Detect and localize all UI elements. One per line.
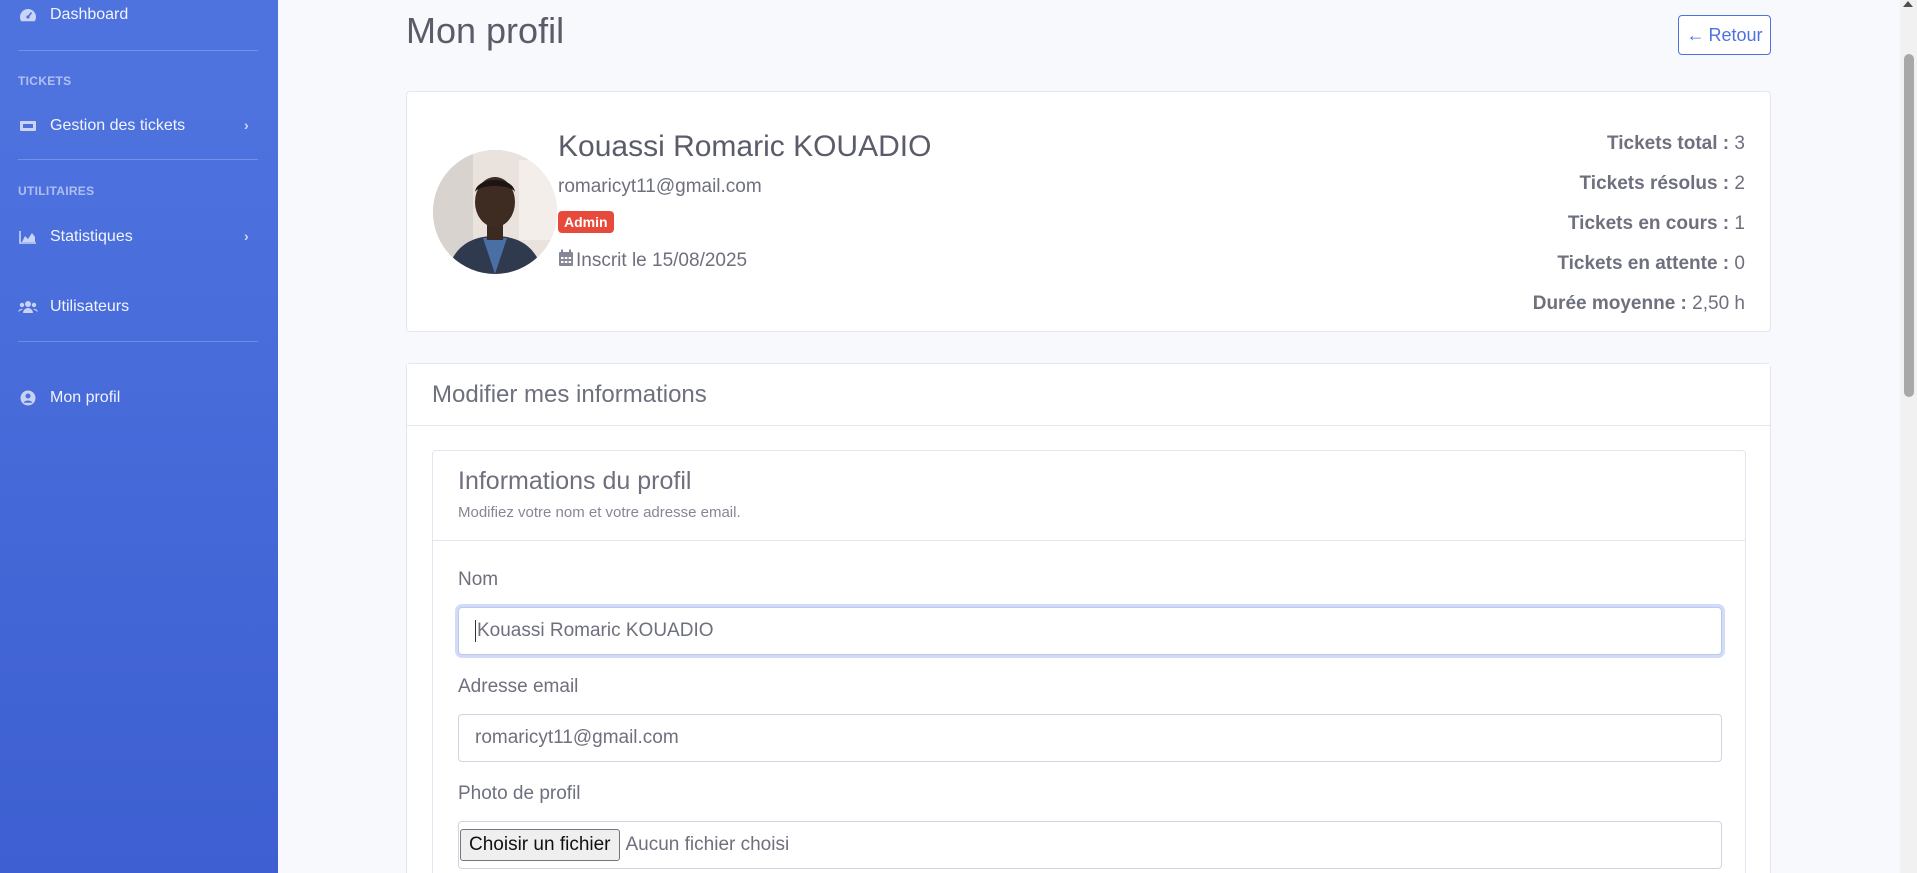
file-status: Aucun fichier choisi xyxy=(625,834,790,855)
profile-name: Kouassi Romaric KOUADIO xyxy=(558,130,932,163)
stat-label: Durée moyenne : xyxy=(1532,293,1687,314)
chart-area-icon xyxy=(18,229,38,245)
users-icon xyxy=(18,299,38,315)
sidebar-item-label: Statistiques xyxy=(50,228,133,245)
stat-label: Tickets résolus : xyxy=(1579,173,1730,194)
chevron-right-icon: › xyxy=(244,117,249,133)
back-button[interactable]: ← Retour xyxy=(1678,15,1771,55)
stat-value: 1 xyxy=(1734,213,1745,234)
stat-label: Tickets en attente : xyxy=(1557,253,1730,274)
stat-average-duration: Durée moyenne : 2,50 h xyxy=(1533,284,1745,324)
user-circle-icon xyxy=(18,390,38,406)
page-title: Mon profil xyxy=(406,10,565,51)
scrollbar-thumb[interactable] xyxy=(1904,54,1914,397)
stat-pending: Tickets en attente : 0 xyxy=(1533,244,1745,284)
sidebar-item-dashboard[interactable]: Dashboard xyxy=(18,6,128,24)
photo-label: Photo de profil xyxy=(458,783,581,804)
section-header: Informations du profil Modifiez votre no… xyxy=(433,451,1745,541)
edit-profile-card: Modifier mes informations Informations d… xyxy=(406,363,1771,873)
sidebar-item-label: Utilisateurs xyxy=(50,298,130,315)
ticket-icon xyxy=(18,118,38,134)
email-label: Adresse email xyxy=(458,676,579,697)
profile-email: romaricyt11@gmail.com xyxy=(558,176,762,197)
sidebar-item-label: Dashboard xyxy=(50,6,129,23)
sidebar-item-label: Gestion des tickets xyxy=(50,117,186,134)
sidebar-heading-utilitaires: UTILITAIRES xyxy=(18,184,95,198)
stat-value: 3 xyxy=(1734,133,1745,154)
section-subtitle: Modifiez votre nom et votre adresse emai… xyxy=(458,504,741,521)
sidebar-item-label: Mon profil xyxy=(50,389,121,406)
scroll-up-arrow-icon[interactable] xyxy=(1903,1,1913,7)
stat-value: 2 xyxy=(1734,173,1745,194)
profile-info-section: Informations du profil Modifiez votre no… xyxy=(432,450,1746,873)
email-input[interactable]: romaricyt11@gmail.com xyxy=(458,714,1722,762)
profile-card: Kouassi Romaric KOUADIO romaricyt11@gmai… xyxy=(406,91,1771,332)
edit-card-header: Modifier mes informations xyxy=(407,364,1770,426)
chevron-right-icon: › xyxy=(244,228,249,244)
role-badge: Admin xyxy=(558,211,614,233)
text-caret xyxy=(475,620,476,642)
sidebar-divider xyxy=(18,159,258,160)
name-label: Nom xyxy=(458,569,499,590)
stat-value: 2,50 h xyxy=(1692,293,1745,314)
stat-label: Tickets total : xyxy=(1607,133,1730,154)
gauge-icon xyxy=(18,7,38,23)
arrow-left-icon: ← xyxy=(1686,24,1705,45)
name-input[interactable]: Kouassi Romaric KOUADIO xyxy=(458,607,1722,655)
sidebar: Dashboard TICKETS Gestion des tickets › … xyxy=(0,0,278,873)
sidebar-divider xyxy=(18,341,258,342)
profile-since: Inscrit le 15/08/2025 xyxy=(558,249,747,273)
choose-file-button[interactable]: Choisir un fichier xyxy=(460,829,620,861)
name-input-value: Kouassi Romaric KOUADIO xyxy=(477,620,714,641)
profile-stats: Tickets total : 3 Tickets résolus : 2 Ti… xyxy=(1533,124,1745,324)
stat-in-progress: Tickets en cours : 1 xyxy=(1533,204,1745,244)
sidebar-item-statistiques[interactable]: Statistiques › xyxy=(18,228,249,246)
calendar-icon xyxy=(558,249,574,273)
section-title: Informations du profil xyxy=(458,467,692,495)
email-input-value: romaricyt11@gmail.com xyxy=(475,727,679,748)
stat-total: Tickets total : 3 xyxy=(1533,124,1745,164)
stat-value: 0 xyxy=(1734,253,1745,274)
profile-since-text: Inscrit le 15/08/2025 xyxy=(576,250,748,271)
back-button-label: Retour xyxy=(1708,24,1763,45)
sidebar-item-mon-profil[interactable]: Mon profil xyxy=(18,389,120,407)
stat-label: Tickets en cours : xyxy=(1567,213,1730,234)
sidebar-item-utilisateurs[interactable]: Utilisateurs xyxy=(18,298,129,316)
photo-file-input[interactable]: Choisir un fichier Aucun fichier choisi xyxy=(458,821,1722,869)
sidebar-divider xyxy=(18,50,258,51)
stat-resolved: Tickets résolus : 2 xyxy=(1533,164,1745,204)
sidebar-heading-tickets: TICKETS xyxy=(18,74,72,88)
avatar xyxy=(433,150,557,274)
sidebar-item-gestion-tickets[interactable]: Gestion des tickets › xyxy=(18,117,249,135)
